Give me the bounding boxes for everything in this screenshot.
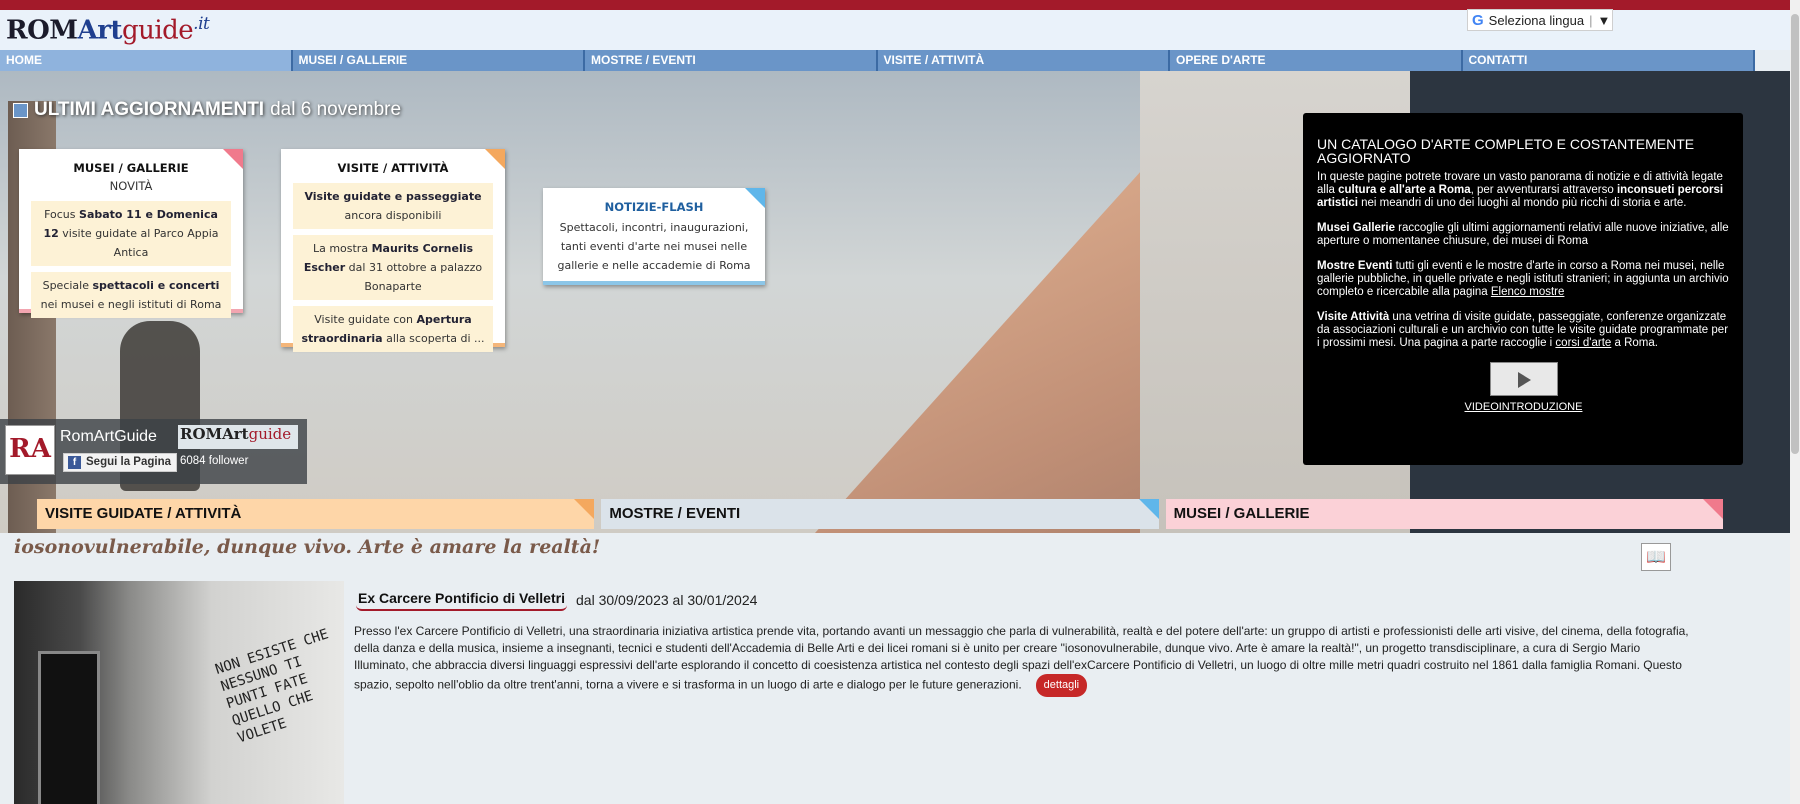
nav-mostre-eventi[interactable]: MOSTRE / EVENTI: [585, 50, 878, 71]
nav-home[interactable]: HOME: [0, 50, 293, 71]
logo-art: Art: [77, 15, 123, 46]
details-button[interactable]: dettagli: [1035, 674, 1088, 697]
video-play-icon[interactable]: [1489, 362, 1558, 396]
card-item[interactable]: La mostra Maurits Cornelis Escher dal 31…: [293, 235, 493, 300]
info-paragraph: Mostre Eventi tutti gli eventi e le most…: [1317, 260, 1730, 299]
nav-visite-attivita[interactable]: VISITE / ATTIVITÀ: [878, 50, 1170, 71]
video-intro-link[interactable]: VIDEOINTRODUZIONE: [1317, 401, 1730, 413]
article-date: dal 30/09/2023 al 30/01/2024: [576, 592, 758, 608]
tab-label: MUSEI / GALLERIE: [1173, 505, 1310, 522]
facebook-icon: f: [68, 456, 81, 469]
card-title[interactable]: VISITE / ATTIVITÀ: [281, 161, 505, 175]
info-text: nei meandri di uno dei luoghi al mondo p…: [1357, 197, 1687, 209]
article-body-text: Presso l'ex Carcere Pontificio di Vellet…: [354, 624, 1689, 692]
google-icon: G: [1472, 11, 1484, 29]
tab-label: VISITE GUIDATE / ATTIVITÀ: [45, 505, 242, 522]
card-corner: [223, 149, 243, 169]
photo-door: [38, 651, 100, 804]
catalog-info-panel: UN CATALOGO D'ARTE COMPLETO E COSTANTEME…: [1303, 113, 1743, 465]
page-scrollbar[interactable]: [1790, 0, 1800, 804]
info-bold: Musei Gallerie: [1317, 222, 1395, 234]
card-body: Spettacoli, incontri, inaugurazioni, tan…: [557, 221, 751, 272]
card-item-text: dal 31 ottobre a palazzo Bonaparte: [345, 261, 483, 293]
facebook-widget: RA RomArtGuide ROMArtguide f Segui la Pa…: [0, 419, 307, 484]
tab-mostre-eventi[interactable]: MOSTRE / EVENTI: [601, 499, 1159, 529]
tab-musei-gallerie[interactable]: MUSEI / GALLERIE: [1165, 499, 1723, 529]
hero-title-bold: ULTIMI AGGIORNAMENTI: [34, 99, 265, 120]
elenco-mostre-link[interactable]: Elenco mostre: [1491, 286, 1565, 298]
hero-title-date: dal 6 novembre: [270, 99, 402, 120]
info-heading: UN CATALOGO D'ARTE COMPLETO E COSTANTEME…: [1317, 136, 1695, 166]
mini-logo-guide: guide: [248, 425, 292, 443]
card-corner: [485, 149, 505, 169]
logo-it: .it: [193, 14, 210, 34]
facebook-page-avatar[interactable]: RA: [5, 425, 55, 475]
card-item[interactable]: Visite guidate e passeggiate ancora disp…: [293, 183, 493, 229]
info-text: , per avventurarsi attraverso: [1470, 184, 1617, 196]
dropdown-separator: |: [1589, 12, 1593, 28]
card-item[interactable]: Focus Sabato 11 e Domenica 12 visite gui…: [31, 201, 231, 266]
card-item-bold: Visite guidate e passeggiate: [304, 190, 482, 203]
card-item-text: alla scoperta di ...: [382, 332, 485, 345]
book-icon[interactable]: 📖: [1641, 543, 1671, 571]
info-text: a Roma.: [1611, 337, 1658, 349]
language-label: Seleziona lingua: [1488, 12, 1585, 28]
follower-count: 6084 follower: [180, 455, 249, 467]
card-item[interactable]: Speciale spettacoli e concerti nei musei…: [31, 272, 231, 318]
article-photo[interactable]: NON ESISTE CHE NESSUNO TI PUNTI FATE QUE…: [14, 581, 344, 804]
nav-musei-gallerie[interactable]: MUSEI / GALLERIE: [293, 50, 585, 71]
hero-title: ULTIMI AGGIORNAMENTI dal 6 novembre: [13, 99, 401, 121]
info-paragraph: Visite Attività una vetrina di visite gu…: [1317, 311, 1730, 350]
scrollbar-thumb[interactable]: [1791, 14, 1799, 454]
section-tabs: VISITE GUIDATE / ATTIVITÀ MOSTRE / EVENT…: [37, 499, 1723, 529]
card-notizie-flash[interactable]: NOTIZIE-FLASH Spettacoli, incontri, inau…: [543, 188, 765, 285]
tab-visite-guidate[interactable]: VISITE GUIDATE / ATTIVITÀ: [37, 499, 595, 529]
info-paragraph: Musei Gallerie raccoglie gli ultimi aggi…: [1317, 222, 1730, 248]
language-selector[interactable]: G Seleziona lingua | ▼: [1467, 9, 1613, 31]
info-paragraph: In queste pagine potrete trovare un vast…: [1317, 171, 1730, 210]
mini-logo-rom: ROMArt: [180, 425, 249, 443]
info-bold: Mostre Eventi: [1317, 260, 1393, 272]
card-visite-attivita: VISITE / ATTIVITÀ Visite guidate e passe…: [281, 149, 505, 352]
article-body: Presso l'ex Carcere Pontificio di Vellet…: [354, 623, 1694, 697]
nav-contatti[interactable]: CONTATTI: [1463, 50, 1755, 71]
info-bold: Visite Attività: [1317, 311, 1390, 323]
info-bold: cultura e all'arte a Roma: [1338, 184, 1471, 196]
tab-corner: [1138, 499, 1159, 519]
tab-corner: [574, 499, 595, 519]
tab-label: MOSTRE / EVENTI: [609, 505, 741, 522]
card-item-text: nei musei e negli istituti di Roma: [40, 298, 222, 311]
main-nav: HOME MUSEI / GALLERIE MOSTRE / EVENTI VI…: [0, 50, 1755, 71]
card-corner: [745, 188, 765, 208]
card-item-text: ancora disponibili: [344, 209, 442, 222]
follow-label: Segui la Pagina: [86, 456, 171, 468]
logo-rom: ROM: [6, 15, 78, 46]
facebook-mini-logo: ROMArtguide: [178, 425, 298, 449]
card-item-text: Speciale: [42, 279, 93, 292]
card-item-text: Focus: [44, 208, 80, 221]
photo-graffiti: NON ESISTE CHE NESSUNO TI PUNTI FATE QUE…: [213, 626, 331, 747]
card-item-text: Visite guidate con: [314, 313, 417, 326]
card-musei-gallerie: MUSEI / GALLERIE NOVITÀ Focus Sabato 11 …: [19, 149, 243, 318]
card-title: NOTIZIE-FLASH: [604, 200, 704, 214]
video-intro[interactable]: VIDEOINTRODUZIONE: [1317, 362, 1730, 413]
article-tagline: iosonovulnerabile, dunque vivo. Arte è a…: [14, 536, 601, 558]
facebook-page-name[interactable]: RomArtGuide: [60, 428, 157, 446]
card-title[interactable]: MUSEI / GALLERIE: [19, 161, 243, 175]
nav-opere-arte[interactable]: OPERE D'ARTE: [1170, 50, 1463, 71]
card-item-text: La mostra: [312, 242, 372, 255]
card-item-bold: spettacoli e concerti: [92, 279, 220, 292]
featured-article: iosonovulnerabile, dunque vivo. Arte è a…: [0, 533, 1790, 804]
tab-corner: [1702, 499, 1723, 519]
site-logo[interactable]: ROMArtguide.it: [6, 14, 210, 46]
card-item-text: visite guidate al Parco Appia Antica: [58, 227, 219, 259]
card-item[interactable]: Visite guidate con Apertura straordinari…: [293, 306, 493, 352]
square-bullet-icon: [13, 102, 28, 118]
card-subtitle: NOVITÀ: [109, 179, 153, 193]
logo-guide: guide: [121, 15, 194, 46]
facebook-follow-button[interactable]: f Segui la Pagina: [63, 453, 177, 472]
article-title[interactable]: Ex Carcere Pontificio di Velletri: [356, 590, 567, 611]
corsi-arte-link[interactable]: corsi d'arte: [1555, 337, 1611, 349]
chevron-down-icon: ▼: [1597, 12, 1611, 28]
